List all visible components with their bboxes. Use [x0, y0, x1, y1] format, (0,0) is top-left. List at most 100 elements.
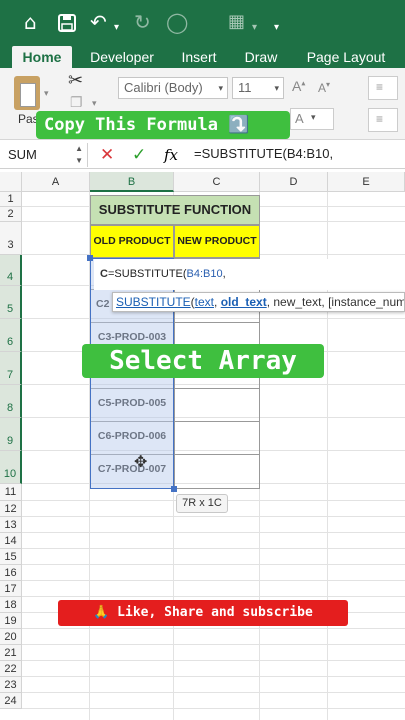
chevron-updown-icon: ▲ ▼: [75, 144, 83, 165]
align-icon: ≡: [376, 80, 384, 94]
cursor-cross-icon: ✥: [134, 452, 148, 471]
like-share-text: 🙏 Like, Share and subscribe: [93, 605, 313, 620]
more-dropdown-icon[interactable]: ▾: [274, 16, 279, 40]
customize-icon[interactable]: ▦: [228, 10, 245, 34]
row-header-8[interactable]: 8: [0, 385, 22, 418]
increase-font-button[interactable]: A▴: [292, 78, 305, 94]
insert-function-icon[interactable]: fx: [164, 144, 178, 166]
circle-icon[interactable]: ◯: [166, 10, 188, 34]
select-array-banner: Select Array: [82, 344, 324, 378]
align-top-button[interactable]: ≡: [368, 76, 398, 100]
undo-icon[interactable]: ↶: [90, 10, 107, 34]
row-header-15[interactable]: 15: [0, 549, 22, 565]
tab-draw[interactable]: Draw: [238, 46, 284, 68]
row-header-2[interactable]: 2: [0, 207, 22, 222]
arg-text[interactable]: text: [195, 295, 214, 309]
font-color-button[interactable]: A ▾: [290, 108, 334, 130]
row-header-7[interactable]: 7: [0, 352, 22, 385]
row-gridline: [22, 644, 405, 645]
select-all-corner[interactable]: [0, 172, 22, 192]
home-icon[interactable]: ⌂: [24, 10, 37, 34]
row-gridline: [22, 676, 405, 677]
cell-b4-partial: C: [100, 268, 108, 280]
active-cell-editor[interactable]: C =SUBSTITUTE(B4:B10,: [94, 259, 405, 290]
tab-page-layout[interactable]: Page Layout: [296, 46, 396, 68]
row-header-12[interactable]: 12: [0, 501, 22, 517]
row-header-1[interactable]: 1: [0, 192, 22, 207]
copy-dropdown-icon[interactable]: ▾: [92, 98, 97, 109]
ribbon-tabs: Home Developer Insert Draw Page Layout: [0, 44, 405, 68]
row-header-24[interactable]: 24: [0, 693, 22, 709]
chevron-down-icon: ▾: [218, 83, 223, 93]
paste-dropdown-icon[interactable]: ▾: [44, 88, 49, 99]
align-icon: ≡: [376, 112, 384, 126]
chevron-down-icon: ▾: [311, 112, 316, 122]
row-header-10[interactable]: 10: [0, 451, 22, 484]
row-header-5[interactable]: 5: [0, 286, 22, 319]
cancel-icon[interactable]: ✕: [100, 144, 114, 166]
column-header-c[interactable]: C: [174, 172, 260, 192]
row-header-21[interactable]: 21: [0, 645, 22, 661]
column-header-d[interactable]: D: [260, 172, 328, 192]
align-left-button[interactable]: ≡: [368, 108, 398, 132]
row-header-11[interactable]: 11: [0, 484, 22, 501]
like-share-subscribe-banner: 🙏 Like, Share and subscribe: [58, 600, 348, 626]
copy-icon[interactable]: ❐: [70, 94, 83, 111]
header-new-product-cell[interactable]: NEW PRODUCT: [174, 225, 260, 258]
row-header-22[interactable]: 22: [0, 661, 22, 677]
selection-handle-bottom[interactable]: [171, 486, 177, 492]
decrease-font-button[interactable]: A▾: [318, 80, 330, 95]
formula-bar: SUM ▲ ▼ ✕ ✓ fx =SUBSTITUTE(B4:B10,: [0, 141, 405, 169]
save-icon[interactable]: [58, 14, 76, 32]
row-header-18[interactable]: 18: [0, 597, 22, 613]
formula-input[interactable]: =SUBSTITUTE(B4:B10,: [194, 146, 333, 161]
paste-icon[interactable]: [14, 76, 40, 110]
row-header-23[interactable]: 23: [0, 677, 22, 693]
row-header-3[interactable]: 3: [0, 222, 22, 255]
row-gridline: [22, 628, 405, 629]
row-header-6[interactable]: 6: [0, 319, 22, 352]
cut-icon[interactable]: ✂: [68, 70, 83, 91]
row-header-17[interactable]: 17: [0, 581, 22, 597]
font-size-value: 11: [238, 80, 252, 95]
header-old-product: OLD PRODUCT: [93, 235, 171, 247]
customize-dropdown-icon[interactable]: ▾: [252, 16, 257, 40]
font-name-select[interactable]: Calibri (Body) ▾: [118, 77, 228, 99]
arg-old-text[interactable]: old_text: [221, 295, 267, 309]
row-header-14[interactable]: 14: [0, 533, 22, 549]
title-cell[interactable]: SUBSTITUTE FUNCTION: [90, 195, 260, 225]
title-text: SUBSTITUTE FUNCTION: [98, 202, 252, 217]
title-bar: ⌂ ↶ ▾ ↻ ◯ ▦ ▾ ▾: [0, 0, 405, 44]
copy-formula-banner: Copy This Formula ⤵️: [36, 111, 290, 139]
tab-developer[interactable]: Developer: [84, 46, 160, 68]
row-gridline: [22, 708, 405, 709]
copy-formula-text: Copy This Formula: [44, 115, 218, 135]
row-header-4[interactable]: 4: [0, 255, 22, 286]
row-header-16[interactable]: 16: [0, 565, 22, 581]
redo-icon[interactable]: ↻: [134, 10, 151, 34]
header-old-product-cell[interactable]: OLD PRODUCT: [90, 225, 174, 258]
row-header-20[interactable]: 20: [0, 629, 22, 645]
row-header-13[interactable]: 13: [0, 517, 22, 533]
name-box[interactable]: SUM ▲ ▼: [0, 143, 88, 167]
spreadsheet-grid: A B C D E 1 2 3 4 5 6 7 8 9 10 11 12 13 14 15 16 17 18 19 2…: [0, 172, 405, 720]
enter-icon[interactable]: ✓: [132, 144, 146, 166]
row-gridline: [22, 660, 405, 661]
undo-dropdown-icon[interactable]: ▾: [114, 16, 119, 40]
column-header-e[interactable]: E: [328, 172, 405, 192]
row-gridline: [22, 596, 405, 597]
tab-home[interactable]: Home: [12, 46, 72, 68]
selection-handle-top[interactable]: [87, 255, 93, 261]
column-header-b[interactable]: B: [90, 172, 174, 192]
function-name-link[interactable]: SUBSTITUTE: [116, 295, 191, 309]
column-header-a[interactable]: A: [22, 172, 90, 192]
row-header-19[interactable]: 19: [0, 613, 22, 629]
function-signature-tooltip[interactable]: SUBSTITUTE(text, old_text, new_text, [in…: [112, 292, 405, 312]
row-header-9[interactable]: 9: [0, 418, 22, 451]
tab-insert[interactable]: Insert: [172, 46, 226, 68]
font-color-icon: A: [295, 111, 304, 126]
row-gridline: [22, 564, 405, 565]
row-gridline: [22, 548, 405, 549]
row-gridline: [22, 516, 405, 517]
font-size-select[interactable]: 11 ▾: [232, 77, 284, 99]
